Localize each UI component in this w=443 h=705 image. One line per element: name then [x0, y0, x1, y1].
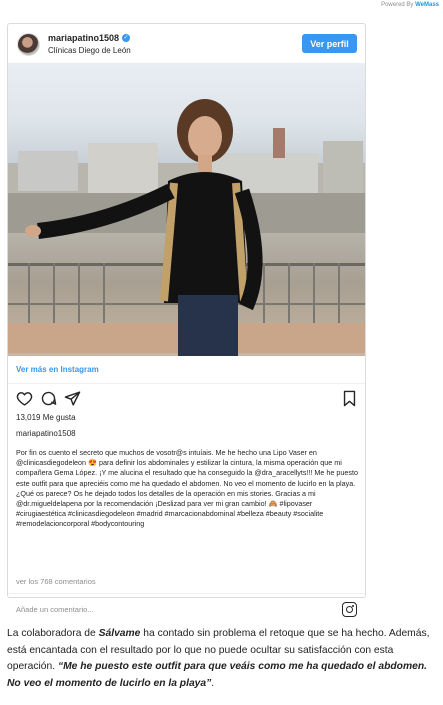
article-quote: “Me he puesto este outfit para que veáis…	[7, 661, 428, 689]
instagram-embed: mariapatino1508 ✓ Clínicas Diego de León…	[7, 23, 366, 617]
share-icon[interactable]	[64, 390, 81, 407]
post-caption: Por fin os cuento el secreto que muchos …	[16, 448, 358, 529]
comment-input[interactable]: Añade un comentario...	[16, 605, 94, 614]
likes-count: 13,019 Me gusta	[16, 413, 76, 422]
avatar[interactable]	[17, 33, 40, 56]
powered-by-brand[interactable]: WeMass	[415, 2, 439, 8]
post-header: mariapatino1508 ✓ Clínicas Diego de León…	[8, 24, 365, 66]
post-actions	[16, 390, 357, 408]
article-text-1: La colaboradora de	[7, 628, 99, 639]
view-more-link[interactable]: Ver más en Instagram	[8, 356, 365, 384]
powered-by: Powered By WeMass	[381, 2, 439, 8]
username[interactable]: mariapatino1508	[48, 33, 119, 43]
heart-icon[interactable]	[16, 390, 33, 407]
powered-by-prefix: Powered By	[381, 2, 416, 8]
show-name: Sálvame	[98, 628, 141, 639]
bookmark-icon[interactable]	[342, 390, 357, 407]
article-paragraph: La colaboradora de Sálvame ha contado si…	[7, 626, 437, 692]
verified-icon: ✓	[122, 34, 131, 42]
view-more-label[interactable]: Ver más en Instagram	[16, 365, 99, 374]
article-end: .	[211, 677, 215, 689]
location-link[interactable]: Clínicas Diego de León	[48, 46, 131, 55]
caption-username[interactable]: mariapatino1508	[16, 429, 76, 438]
woman-figure	[25, 99, 263, 356]
username-row: mariapatino1508 ✓	[48, 33, 131, 43]
view-comments-link[interactable]: ver los 768 comentarios	[16, 577, 96, 586]
instagram-logo-icon[interactable]	[342, 602, 357, 617]
comment-bar: Añade un comentario...	[8, 593, 365, 626]
view-profile-button[interactable]: Ver perfil	[302, 34, 357, 53]
comment-icon[interactable]	[40, 390, 57, 407]
post-photo[interactable]	[8, 63, 365, 356]
